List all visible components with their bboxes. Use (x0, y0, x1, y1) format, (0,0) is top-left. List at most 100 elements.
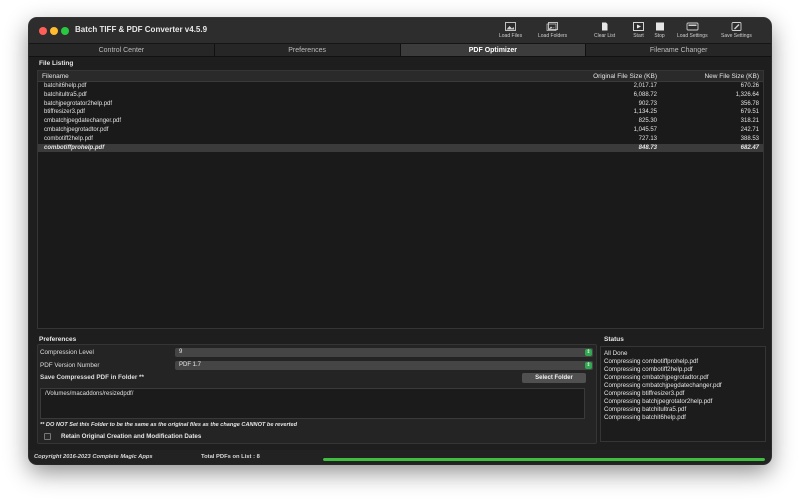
row-new-size: 242.71 (740, 126, 759, 133)
table-row[interactable]: cmbatchjpegrotadtor.pdf 1,045.57 242.71 (38, 126, 763, 135)
clear-list-button[interactable]: Clear List (594, 22, 615, 42)
tab-preferences[interactable]: Preferences (215, 44, 401, 56)
row-filename: combotiff2help.pdf (44, 135, 93, 142)
clear-list-label: Clear List (594, 33, 616, 39)
status-line: Compressing batchit6help.pdf (604, 414, 686, 421)
row-original-size: 1,134.25 (633, 109, 657, 116)
save-settings-button[interactable]: Save Settings (721, 22, 752, 42)
settings-tray-icon (686, 22, 699, 31)
status-line: Compressing combotiffprohelp.pdf (604, 358, 699, 365)
title-bar: Batch TIFF & PDF Converter v4.5.9 Load F… (29, 18, 771, 44)
save-settings-label: Save Settings (721, 33, 752, 39)
close-window-button[interactable] (39, 27, 47, 35)
folder-path-field[interactable]: /Volumes/macaddons/resizedpdf/ (40, 388, 585, 419)
column-header-new-size[interactable]: New File Size (KB) (663, 71, 763, 81)
row-original-size: 902.73 (638, 100, 657, 107)
table-row[interactable]: cmbatchjpegdatechanger.pdf 825.30 318.21 (38, 117, 763, 126)
play-icon (633, 22, 644, 31)
load-folders-label: Load Folders (538, 33, 568, 39)
status-title: Status (604, 336, 624, 343)
copyright-text: Copyright 2016-2023 Complete Magic Apps (34, 454, 153, 460)
total-pdfs-label: Total PDFs on List : 8 (201, 454, 260, 460)
status-line: Compressing batchitultra5.pdf (604, 406, 687, 413)
file-listing-title: File Listing (39, 60, 74, 67)
row-filename: btiffresizer3.pdf (44, 109, 85, 116)
save-folder-label: Save Compressed PDF in Folder ** (40, 374, 144, 381)
table-row[interactable]: batchjpegrotator2help.pdf 902.73 356.78 (38, 100, 763, 109)
row-filename: batchit6help.pdf (44, 83, 87, 89)
progress-bar (323, 458, 765, 461)
table-row-selected[interactable]: combotiffprohelp.pdf 848.73 682.47 (38, 143, 763, 153)
progress-fill (323, 458, 765, 461)
start-label: Start (633, 33, 644, 39)
photo-icon (505, 22, 516, 31)
pdf-version-label: PDF Version Number (40, 362, 100, 369)
row-filename: cmbatchjpegdatechanger.pdf (44, 118, 122, 125)
table-row[interactable]: combotiff2help.pdf 727.13 388.53 (38, 135, 763, 144)
status-log: All Done Compressing combotiffprohelp.pd… (600, 346, 766, 442)
row-new-size: 670.26 (740, 83, 759, 89)
row-original-size: 2,017.17 (633, 83, 657, 89)
pdf-version-select[interactable]: PDF 1.7 ⇕ (175, 361, 593, 370)
minimize-window-button[interactable] (50, 27, 58, 35)
stop-label: Stop (654, 33, 665, 39)
row-new-size: 682.47 (740, 144, 759, 151)
column-header-filename[interactable]: Filename (38, 71, 553, 81)
status-line: All Done (604, 350, 628, 357)
stop-icon (656, 22, 664, 31)
file-list-table[interactable]: Filename Original File Size (KB) New Fil… (37, 70, 764, 329)
row-new-size: 1,326.64 (735, 91, 759, 98)
row-original-size: 727.13 (638, 135, 657, 142)
start-button[interactable]: Start (632, 22, 645, 42)
zoom-window-button[interactable] (61, 27, 69, 35)
row-original-size: 825.30 (638, 118, 657, 125)
pdf-version-value: PDF 1.7 (179, 362, 202, 368)
table-header: Filename Original File Size (KB) New Fil… (38, 71, 763, 82)
compression-level-label: Compression Level (40, 349, 94, 356)
stop-button[interactable]: Stop (653, 22, 666, 42)
retain-dates-label: Retain Original Creation and Modificatio… (61, 433, 202, 440)
load-settings-button[interactable]: Load Settings (677, 22, 708, 42)
load-files-button[interactable]: Load Files (499, 22, 522, 42)
retain-dates-checkbox[interactable] (44, 433, 51, 440)
table-row[interactable]: btiffresizer3.pdf 1,134.25 679.51 (38, 108, 763, 117)
row-filename: cmbatchjpegrotadtor.pdf (44, 126, 109, 133)
tab-pdf-optimizer[interactable]: PDF Optimizer (400, 44, 587, 56)
row-original-size: 848.73 (638, 144, 657, 151)
chevron-updown-icon: ⇕ (585, 349, 592, 356)
load-folders-button[interactable]: Load Folders (538, 22, 567, 42)
chevron-updown-icon: ⇕ (585, 362, 592, 369)
app-window: Batch TIFF & PDF Converter v4.5.9 Load F… (29, 18, 771, 464)
tab-bar: Control Center Preferences PDF Optimizer… (29, 44, 771, 57)
window-title: Batch TIFF & PDF Converter v4.5.9 (75, 25, 208, 34)
preferences-panel: Compression Level 9 ⇕ PDF Version Number… (37, 344, 597, 444)
row-new-size: 388.53 (740, 135, 759, 142)
tab-control-center[interactable]: Control Center (29, 44, 215, 56)
row-original-size: 6,088.72 (633, 91, 657, 98)
footer-bar: Copyright 2016-2023 Complete Magic Apps … (29, 450, 771, 464)
table-row[interactable]: batchit6help.pdf 2,017.17 670.26 (38, 82, 763, 91)
status-line: Compressing cmbatchjpegrotadtor.pdf (604, 374, 709, 381)
row-new-size: 679.51 (740, 109, 759, 116)
status-line: Compressing combotiff2help.pdf (604, 366, 693, 373)
row-filename: batchjpegrotator2help.pdf (44, 100, 113, 107)
folder-warning-text: ** DO NOT Set this Folder to be the same… (40, 422, 298, 428)
compression-level-select[interactable]: 9 ⇕ (175, 348, 593, 357)
row-filename: batchitultra5.pdf (44, 91, 87, 98)
document-icon (602, 22, 608, 31)
status-line: Compressing batchjpegrotator2help.pdf (604, 398, 713, 405)
row-new-size: 318.21 (740, 118, 759, 125)
table-row[interactable]: batchitultra5.pdf 6,088.72 1,326.64 (38, 91, 763, 100)
row-new-size: 356.78 (740, 100, 759, 107)
save-settings-icon (731, 22, 742, 31)
photos-icon (546, 22, 559, 31)
status-line: Compressing btiffresizer3.pdf (604, 390, 685, 397)
select-folder-button[interactable]: Select Folder (522, 373, 586, 383)
compression-level-value: 9 (179, 349, 183, 355)
tab-filename-changer[interactable]: Filename Changer (586, 44, 771, 56)
load-files-label: Load Files (499, 33, 523, 39)
load-settings-label: Load Settings (677, 33, 708, 39)
row-filename: combotiffprohelp.pdf (44, 144, 105, 151)
column-header-original-size[interactable]: Original File Size (KB) (553, 71, 663, 81)
status-line: Compressing cmbatchjpegdatechanger.pdf (604, 382, 722, 389)
